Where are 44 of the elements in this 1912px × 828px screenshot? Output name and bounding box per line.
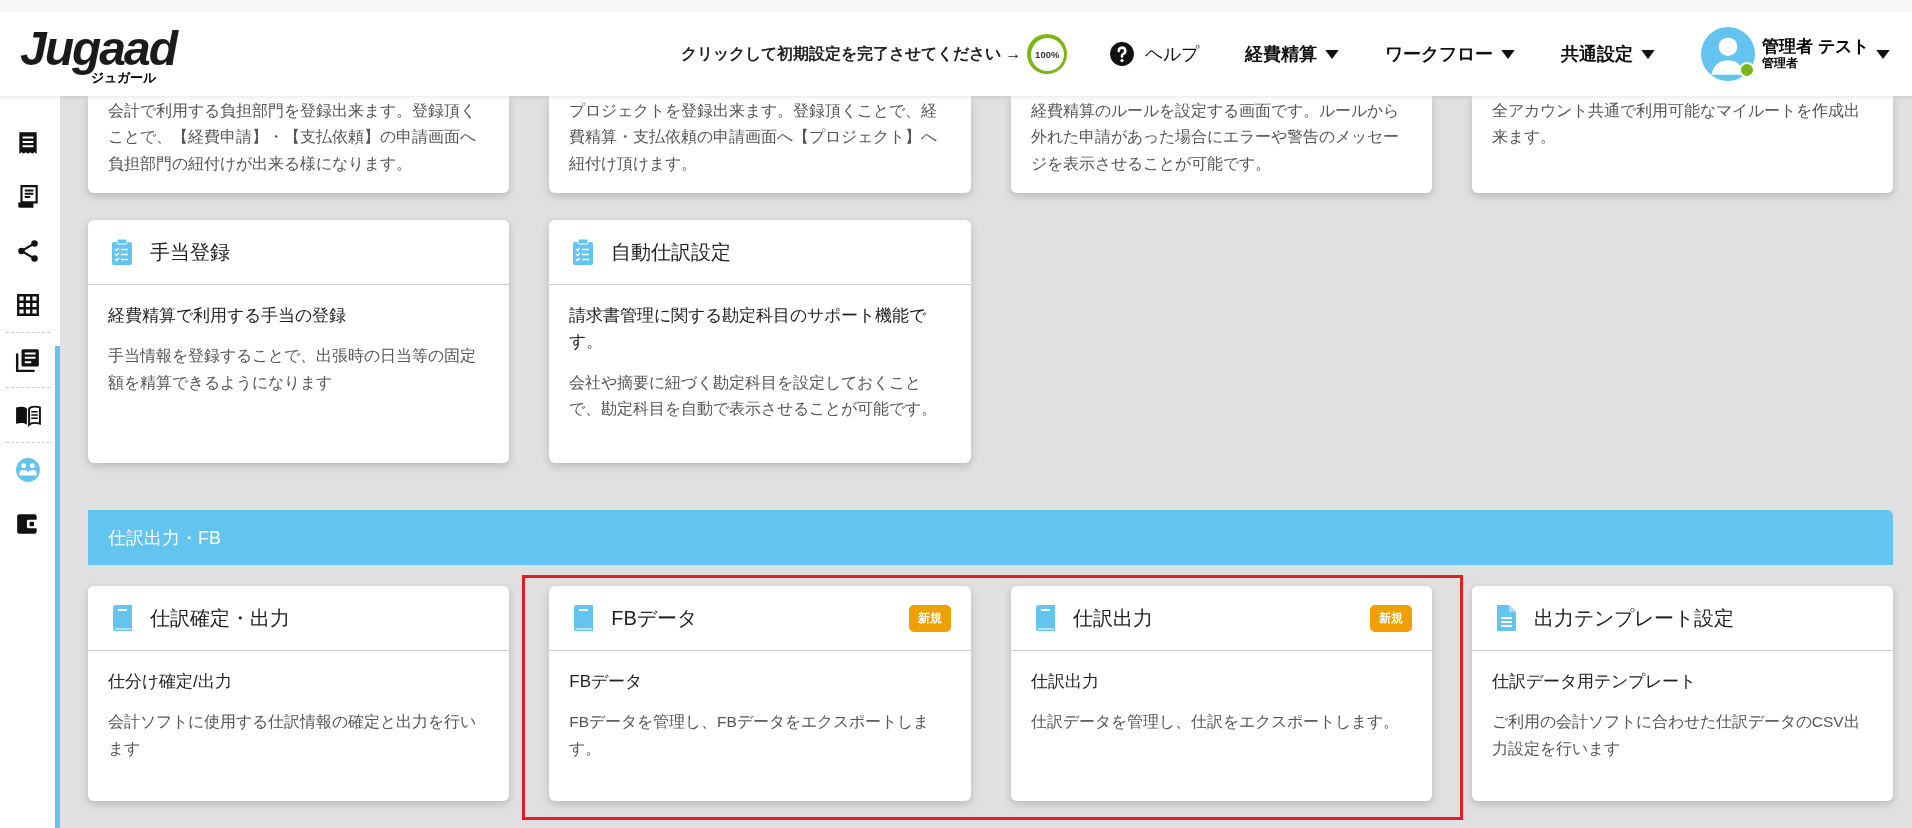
- card-description: 経費精算のルールを設定する画面です。ルールから外れた申請があった場合にエラーや警告のメッセージを表示させることが可能です。: [1030, 101, 1400, 174]
- settings-card[interactable]: 出力テンプレート設定 仕訳データ用テンプレート ご利用の会計ソフトに合わせた仕訳データのCSV出力設定を行います: [1471, 586, 1893, 802]
- card-subtitle: 仕分け確定/出力: [108, 671, 233, 694]
- card-title: 仕訳出力: [1072, 605, 1153, 631]
- card-description: 仕訳データを管理し、仕訳をエクスポートします。: [1030, 712, 1400, 733]
- card-subtitle: 仕訳データ用テンプレート: [1491, 671, 1697, 694]
- section-header: 仕訳出力・FB: [88, 510, 1893, 566]
- settings-card[interactable]: 仕訳確定・出力 仕分け確定/出力 会計ソフトに使用する仕訳情報の確定と出力を行います: [88, 586, 510, 802]
- nav-menu[interactable]: ワークフロー: [1385, 38, 1516, 70]
- card-subtitle: FBデータ: [569, 671, 643, 694]
- setup-prompt[interactable]: クリックして初期設定を完了させてください →: [680, 43, 1022, 65]
- settings-card[interactable]: プロジェクトを登録出来ます。登録頂くことで、経費精算・支払依頼の申請画面へ【プロジェクト】へ紐付け頂けます。: [549, 96, 971, 194]
- settings-card[interactable]: 自動仕訳設定 請求書管理に関する勘定科目のサポート機能です。 会社や摘要に紐づく勘定科目を設定しておくことで、勘定科目を自動で表示させることが可能です。: [549, 220, 971, 464]
- settings-card[interactable]: 経費精算のルールを設定する画面です。ルールから外れた申請があった場合にエラーや警告のメッセージを表示させることが可能です。: [1010, 96, 1432, 194]
- card-title: 手当登録: [150, 239, 230, 265]
- card-subtitle: 請求書管理に関する勘定科目のサポート機能です。: [569, 305, 928, 354]
- nav-menu[interactable]: 共通設定: [1561, 38, 1656, 70]
- card-title: 出力テンプレート設定: [1533, 605, 1734, 631]
- settings-card[interactable]: 全アカウント共通で利用可能なマイルートを作成出来ます。: [1471, 96, 1893, 194]
- card-description: FBデータを管理し、FBデータをエクスポートします。: [569, 712, 930, 759]
- card-description: 会計で利用する負担部門を登録出来ます。登録頂くことで、【経費申請】・【支払依頼】の申請画面へ負担部門の紐付けが出来る様になります。: [108, 101, 477, 174]
- card-title: 自動仕訳設定: [611, 239, 732, 265]
- settings-card[interactable]: FBデータ 新規 FBデータ FBデータを管理し、FBデータをエクスポートします。: [549, 586, 971, 802]
- user-role: 管理者: [1762, 56, 1800, 71]
- card-subtitle: 仕訳出力: [1030, 671, 1100, 694]
- logo[interactable]: Jugaad ジュガール: [20, 24, 177, 84]
- card-description: プロジェクトを登録出来ます。登録頂くことで、経費精算・支払依頼の申請画面へ【プロジェクト】へ紐付け頂けます。: [569, 101, 939, 174]
- card-title: 仕訳確定・出力: [150, 605, 290, 631]
- settings-card[interactable]: 手当登録 経費精算で利用する手当の登録 手当情報を登録することで、出張時の日当等の固定額を精算できるようになります: [88, 220, 510, 464]
- card-description: 会計ソフトに使用する仕訳情報の確定と出力を行います: [108, 712, 477, 759]
- new-badge: 新規: [908, 604, 951, 632]
- card-description: 会社や摘要に紐づく勘定科目を設定しておくことで、勘定科目を自動で表示させることが可能です。: [569, 372, 939, 420]
- settings-card[interactable]: 会計で利用する負担部門を登録出来ます。登録頂くことで、【経費申請】・【支払依頼】の申請画面へ負担部門の紐付けが出来る様になります。: [88, 96, 510, 194]
- card-title: FBデータ: [611, 605, 697, 631]
- user-name[interactable]: 管理者 テスト: [1762, 37, 1869, 57]
- progress-ring[interactable]: 100%: [1027, 34, 1068, 74]
- settings-card[interactable]: 仕訳出力 新規 仕訳出力 仕訳データを管理し、仕訳をエクスポートします。: [1010, 586, 1432, 802]
- new-badge: 新規: [1369, 604, 1412, 632]
- card-description: 手当情報を登録することで、出張時の日当等の固定額を精算できるようになります: [108, 346, 477, 393]
- card-subtitle: 経費精算で利用する手当の登録: [108, 305, 347, 328]
- nav-menu[interactable]: 経費精算: [1245, 38, 1340, 70]
- card-description: ご利用の会計ソフトに合わせた仕訳データのCSV出力設定を行います: [1491, 712, 1861, 759]
- card-description: 全アカウント共通で利用可能なマイルートを作成出来ます。: [1491, 101, 1861, 148]
- help-link[interactable]: ヘルプ: [1109, 37, 1200, 71]
